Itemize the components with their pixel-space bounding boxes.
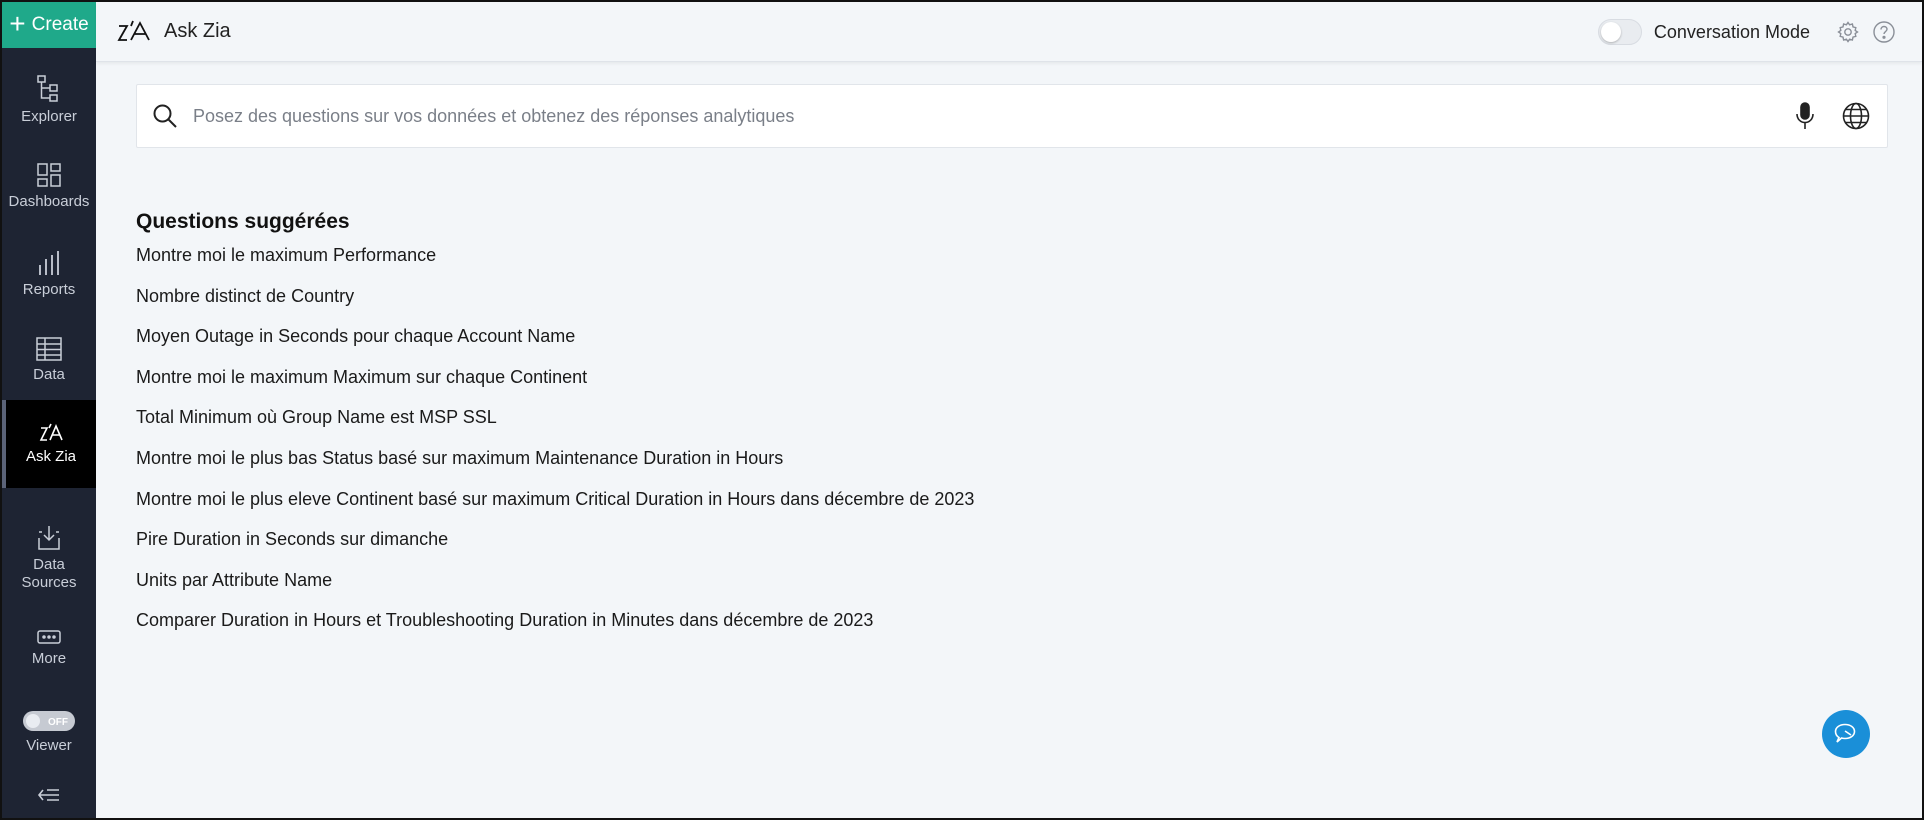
sidebar-item-label: Ask Zia [25, 448, 76, 465]
sidebar-item-ask-zia[interactable]: Ask Zia [2, 400, 96, 488]
sidebar-item-dashboards[interactable]: Dashboards [2, 154, 96, 218]
globe-icon[interactable] [1841, 101, 1871, 131]
top-header: Ask Zia Conversation Mode [96, 2, 1922, 62]
viewer-toggle[interactable]: OFF [23, 711, 75, 731]
search-input[interactable] [191, 96, 1795, 136]
sidebar-item-more[interactable]: More [2, 620, 96, 676]
more-icon [37, 630, 61, 644]
suggestion-item[interactable]: Nombre distinct de Country [136, 285, 974, 326]
sidebar-item-label: Dashboards [8, 193, 90, 210]
suggested-questions: Questions suggérées Montre moi le maximu… [136, 210, 974, 650]
sidebar-item-label: More [31, 650, 67, 667]
sidebar: + Create Explorer Dashboards Reports Dat… [2, 2, 96, 818]
help-button[interactable] [1872, 20, 1896, 44]
ask-zia-icon [39, 423, 63, 441]
toggle-knob [26, 714, 40, 728]
suggestion-item[interactable]: Units par Attribute Name [136, 569, 974, 610]
data-icon [36, 337, 62, 361]
suggestion-item[interactable]: Total Minimum où Group Name est MSP SSL [136, 406, 974, 447]
suggestion-item[interactable]: Montre moi le plus eleve Continent basé … [136, 488, 974, 529]
plus-icon: + [9, 7, 26, 39]
collapse-sidebar-button[interactable] [2, 784, 96, 810]
search-icon [153, 104, 177, 128]
toggle-knob [1600, 22, 1621, 42]
gear-icon [1837, 21, 1859, 43]
suggestion-item[interactable]: Comparer Duration in Hours et Troublesho… [136, 609, 974, 650]
sidebar-item-explorer[interactable]: Explorer [2, 68, 96, 132]
chat-icon [1834, 723, 1856, 743]
sidebar-item-data[interactable]: Data [2, 328, 96, 392]
create-label: Create [31, 14, 89, 35]
suggestions-list: Montre moi le maximum Performance Nombre… [136, 244, 974, 650]
dashboards-icon [37, 163, 61, 187]
zia-logo-icon [117, 20, 150, 41]
suggestion-item[interactable]: Pire Duration in Seconds sur dimanche [136, 528, 974, 569]
search-bar [136, 84, 1888, 148]
data-sources-icon [38, 526, 60, 550]
collapse-icon [37, 789, 59, 801]
settings-button[interactable] [1836, 20, 1860, 44]
sidebar-item-reports[interactable]: Reports [2, 242, 96, 306]
conversation-mode-toggle[interactable] [1597, 19, 1642, 45]
chat-fab-button[interactable] [1822, 710, 1870, 758]
sidebar-item-label: Data Sources [21, 556, 77, 591]
suggestion-item[interactable]: Moyen Outage in Seconds pour chaque Acco… [136, 325, 974, 366]
sidebar-item-label: Reports [22, 281, 76, 298]
suggestion-item[interactable]: Montre moi le maximum Maximum sur chaque… [136, 366, 974, 407]
sidebar-item-label: Viewer [26, 737, 72, 754]
sidebar-item-viewer[interactable]: OFF Viewer [2, 708, 96, 758]
sidebar-item-label: Data [33, 366, 65, 383]
suggestions-heading: Questions suggérées [136, 210, 350, 233]
reports-icon [39, 251, 59, 275]
microphone-icon[interactable] [1795, 101, 1815, 131]
explorer-icon [37, 75, 58, 102]
help-icon [1873, 21, 1895, 43]
toggle-off-label: OFF [48, 717, 68, 728]
create-button[interactable]: + Create [2, 2, 96, 48]
sidebar-item-data-sources[interactable]: Data Sources [2, 520, 96, 596]
suggestion-item[interactable]: Montre moi le maximum Performance [136, 244, 974, 285]
sidebar-item-label: Explorer [21, 108, 77, 125]
suggestion-item[interactable]: Montre moi le plus bas Status basé sur m… [136, 447, 974, 488]
conversation-mode-label: Conversation Mode [1653, 21, 1810, 42]
page-title: Ask Zia [164, 20, 231, 42]
